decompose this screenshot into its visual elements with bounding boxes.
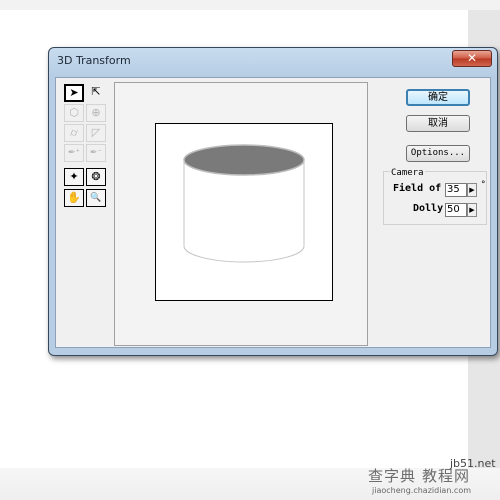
watermark-line1: 查字典 [368, 467, 417, 485]
3d-transform-dialog: 3D Transform ✕ ➤ ⇱ ⬡ ⊕ ⌭ ◸ ✒⁺ ✒⁻ ✦ ❂ ✋ 🔍 [48, 47, 498, 356]
cone-icon[interactable]: ◸ [86, 124, 106, 142]
cancel-button[interactable]: 取消 [406, 115, 470, 132]
dolly-label: Dolly: [413, 203, 450, 214]
camera-group-label: Camera [390, 168, 425, 178]
preview-viewport[interactable] [155, 123, 333, 301]
cube-icon[interactable]: ⬡ [64, 104, 84, 122]
cylinder-icon[interactable]: ⌭ [64, 124, 84, 142]
close-icon: ✕ [466, 51, 478, 65]
dialog-title: 3D Transform [57, 54, 131, 67]
close-button[interactable]: ✕ [452, 50, 492, 67]
light-icon[interactable]: ✦ [64, 168, 84, 186]
rotate-camera-icon[interactable]: ❂ [86, 168, 106, 186]
selection-arrow-icon[interactable]: ➤ [64, 84, 84, 102]
cylinder-preview [183, 144, 305, 263]
watermark-site: jb51.net [450, 457, 496, 470]
cylinder-top [183, 144, 305, 176]
dolly-input[interactable]: 50 [445, 203, 467, 217]
ok-button[interactable]: 确定 [406, 89, 470, 106]
preview-pane[interactable] [114, 82, 368, 346]
field-of-view-arrow-icon[interactable]: ▶ [467, 183, 477, 197]
field-of-view-input[interactable]: 35 [445, 183, 467, 197]
dolly-arrow-icon[interactable]: ▶ [467, 203, 477, 217]
camera-group: Camera Field of 35 ▶ ° Dolly: 50 ▶ [383, 168, 487, 225]
magnifier-icon[interactable]: 🔍 [86, 189, 106, 207]
globe-icon[interactable]: ⊕ [86, 104, 106, 122]
options-button[interactable]: Options... [406, 145, 470, 162]
dialog-client-area: ➤ ⇱ ⬡ ⊕ ⌭ ◸ ✒⁺ ✒⁻ ✦ ❂ ✋ 🔍 确定 取消 Options.… [55, 77, 491, 348]
degree-unit: ° [481, 180, 486, 190]
paper-top-margin [0, 0, 500, 10]
hand-icon[interactable]: ✋ [64, 189, 84, 207]
watermark-url: jiaocheng.chazidian.com [372, 486, 472, 495]
add-anchor-icon[interactable]: ✒⁺ [64, 144, 84, 162]
field-of-view-label: Field of [393, 183, 442, 194]
direct-select-arrow-icon[interactable]: ⇱ [86, 84, 106, 102]
remove-anchor-icon[interactable]: ✒⁻ [86, 144, 106, 162]
